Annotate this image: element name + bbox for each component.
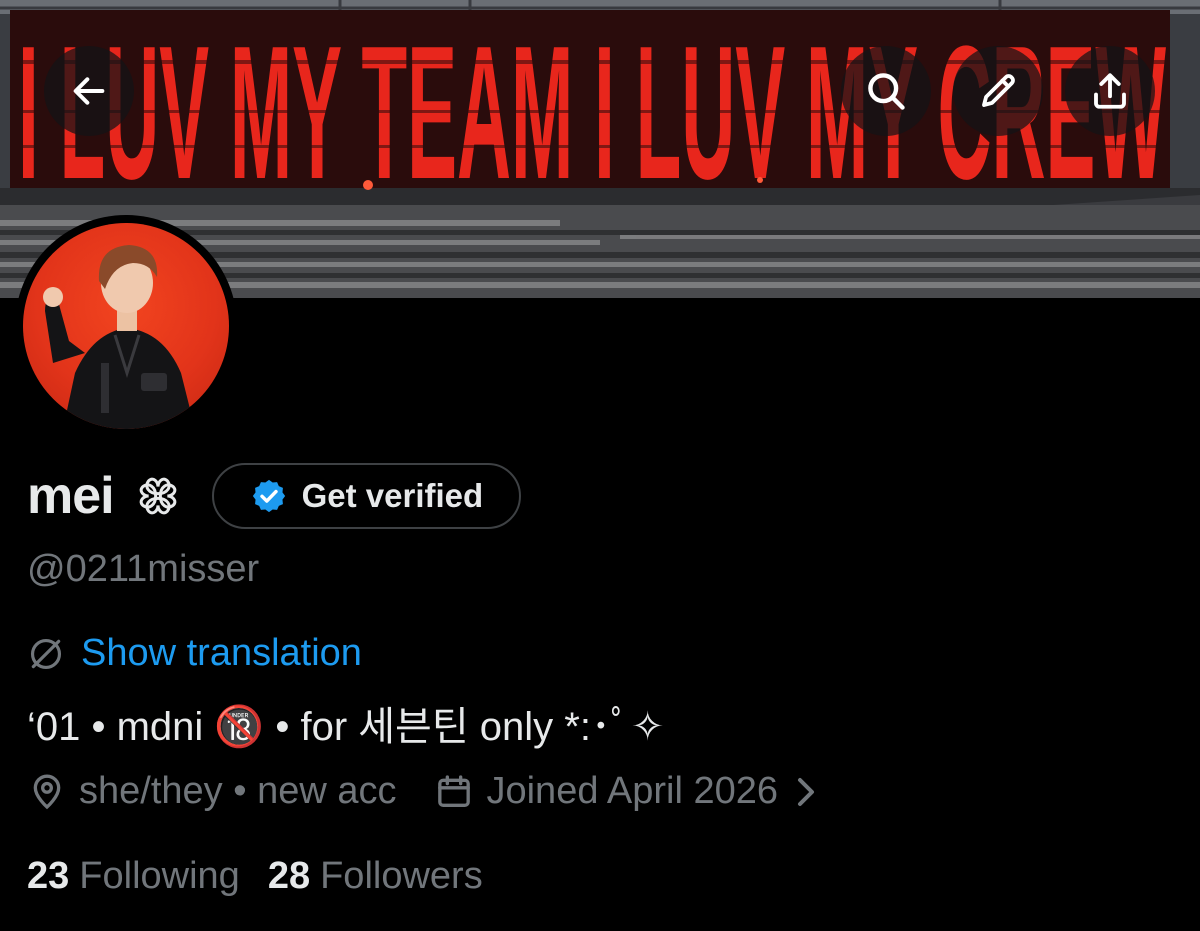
profile-page: I LUV MY TEAM I LUV MY CREW mei Get veri… — [0, 0, 1200, 931]
profile-name-row: mei Get verified — [27, 463, 522, 529]
display-name: mei — [27, 467, 115, 525]
profile-location: she/they • new acc — [79, 770, 397, 812]
avatar-image — [23, 223, 229, 429]
followers-stat[interactable]: 28 Followers — [268, 855, 483, 898]
share-icon — [1094, 73, 1126, 109]
get-verified-button[interactable]: Get verified — [211, 463, 522, 529]
following-stat[interactable]: 23 Following — [27, 855, 240, 898]
verified-badge-icon — [250, 477, 288, 515]
pencil-icon — [982, 74, 1015, 107]
follow-stats: 23 Following 28 Followers — [27, 855, 483, 898]
translation-row[interactable]: Show translation — [27, 632, 362, 675]
back-button[interactable] — [44, 46, 134, 136]
search-icon — [868, 73, 905, 110]
followers-count: 28 — [267, 855, 311, 897]
profile-bio: ‘01 • mdni 🔞 • for 세븐틴 only *:･ﾟ✧ — [27, 705, 665, 749]
back-arrow-icon — [73, 77, 105, 105]
following-label: Following — [79, 855, 240, 897]
show-translation-link[interactable]: Show translation — [81, 632, 362, 675]
avatar[interactable] — [15, 215, 237, 437]
globe-icon — [27, 635, 65, 673]
profile-meta-row: she/they • new acc Joined April 2026 — [27, 770, 818, 813]
joined-date: Joined April 2026 — [486, 770, 779, 812]
clover-outline-icon — [130, 468, 186, 524]
location-pin-icon — [27, 772, 67, 812]
calendar-icon — [434, 772, 474, 812]
user-handle: @0211misser — [27, 548, 260, 590]
joined-date-link[interactable]: Joined April 2026 — [434, 770, 818, 813]
edit-profile-button[interactable] — [953, 46, 1043, 136]
search-button[interactable] — [841, 46, 931, 136]
get-verified-label: Get verified — [301, 477, 484, 514]
following-count: 23 — [27, 855, 70, 897]
chevron-right-icon — [794, 776, 818, 808]
followers-label: Followers — [320, 855, 483, 897]
share-button[interactable] — [1065, 46, 1155, 136]
